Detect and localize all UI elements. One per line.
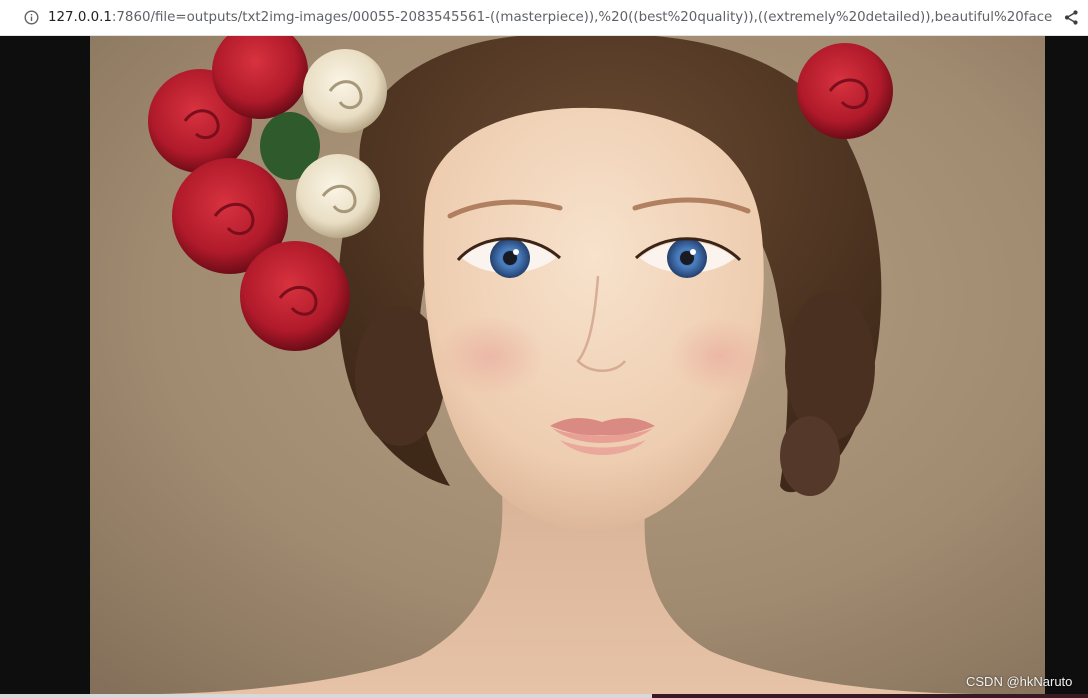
- bottom-strip-right: [652, 694, 1088, 698]
- address-bar[interactable]: 127.0.0.1:7860/file=outputs/txt2img-imag…: [0, 0, 1088, 36]
- url-path: :7860/file=outputs/txt2img-images/00055-…: [111, 10, 1052, 25]
- bottom-strip: [0, 694, 1088, 698]
- generated-portrait-image: [90, 36, 1045, 694]
- watermark-label: CSDN @hkNaruto: [966, 674, 1073, 689]
- info-circle-icon[interactable]: [24, 10, 39, 25]
- browser-window: 127.0.0.1:7860/file=outputs/txt2img-imag…: [0, 0, 1088, 698]
- image-viewer: [0, 36, 1088, 694]
- url-text[interactable]: 127.0.0.1:7860/file=outputs/txt2img-imag…: [48, 9, 1052, 27]
- url-host: 127.0.0.1: [48, 10, 112, 25]
- bottom-strip-left: [0, 694, 652, 698]
- share-icon[interactable]: [1063, 9, 1080, 26]
